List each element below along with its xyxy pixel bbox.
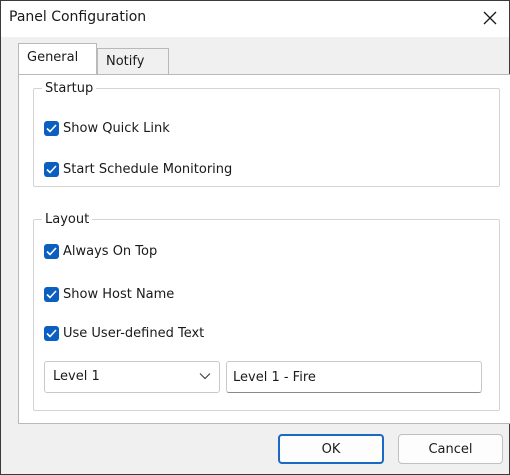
level-select-value: Level 1: [53, 369, 100, 384]
show-quick-link-label: Show Quick Link: [63, 120, 170, 136]
always-on-top-label: Always On Top: [63, 243, 158, 259]
tab-notify[interactable]: Notify: [97, 48, 169, 74]
checkbox-checked-icon: [44, 120, 59, 136]
general-tab-panel: Startup Show Quick Link Start Schedule M…: [18, 74, 510, 424]
cancel-button[interactable]: Cancel: [398, 434, 503, 464]
layout-group-title: Layout: [45, 212, 90, 227]
chevron-down-icon: [199, 373, 211, 380]
ok-button[interactable]: OK: [278, 434, 384, 464]
tab-general[interactable]: General: [18, 43, 97, 74]
startup-group-title: Startup: [45, 81, 94, 96]
start-schedule-monitoring-label: Start Schedule Monitoring: [63, 161, 233, 177]
level-select[interactable]: Level 1: [44, 361, 220, 393]
title-bar: Panel Configuration: [1, 1, 509, 37]
close-icon: [483, 11, 497, 25]
checkbox-checked-icon: [44, 325, 59, 341]
panel-configuration-dialog: Panel Configuration General Notify Start…: [0, 0, 510, 475]
window-title: Panel Configuration: [9, 9, 147, 25]
always-on-top-checkbox[interactable]: Always On Top: [44, 241, 157, 261]
use-user-defined-text-checkbox[interactable]: Use User-defined Text: [44, 323, 204, 343]
show-host-name-label: Show Host Name: [63, 286, 175, 302]
close-button[interactable]: [477, 5, 503, 31]
checkbox-checked-icon: [44, 286, 59, 302]
show-host-name-checkbox[interactable]: Show Host Name: [44, 284, 174, 304]
start-schedule-monitoring-checkbox[interactable]: Start Schedule Monitoring: [44, 159, 232, 179]
checkbox-checked-icon: [44, 161, 59, 177]
show-quick-link-checkbox[interactable]: Show Quick Link: [44, 118, 170, 138]
checkbox-checked-icon: [44, 243, 59, 259]
user-defined-text-field[interactable]: [226, 361, 482, 393]
use-user-defined-text-label: Use User-defined Text: [63, 325, 205, 341]
